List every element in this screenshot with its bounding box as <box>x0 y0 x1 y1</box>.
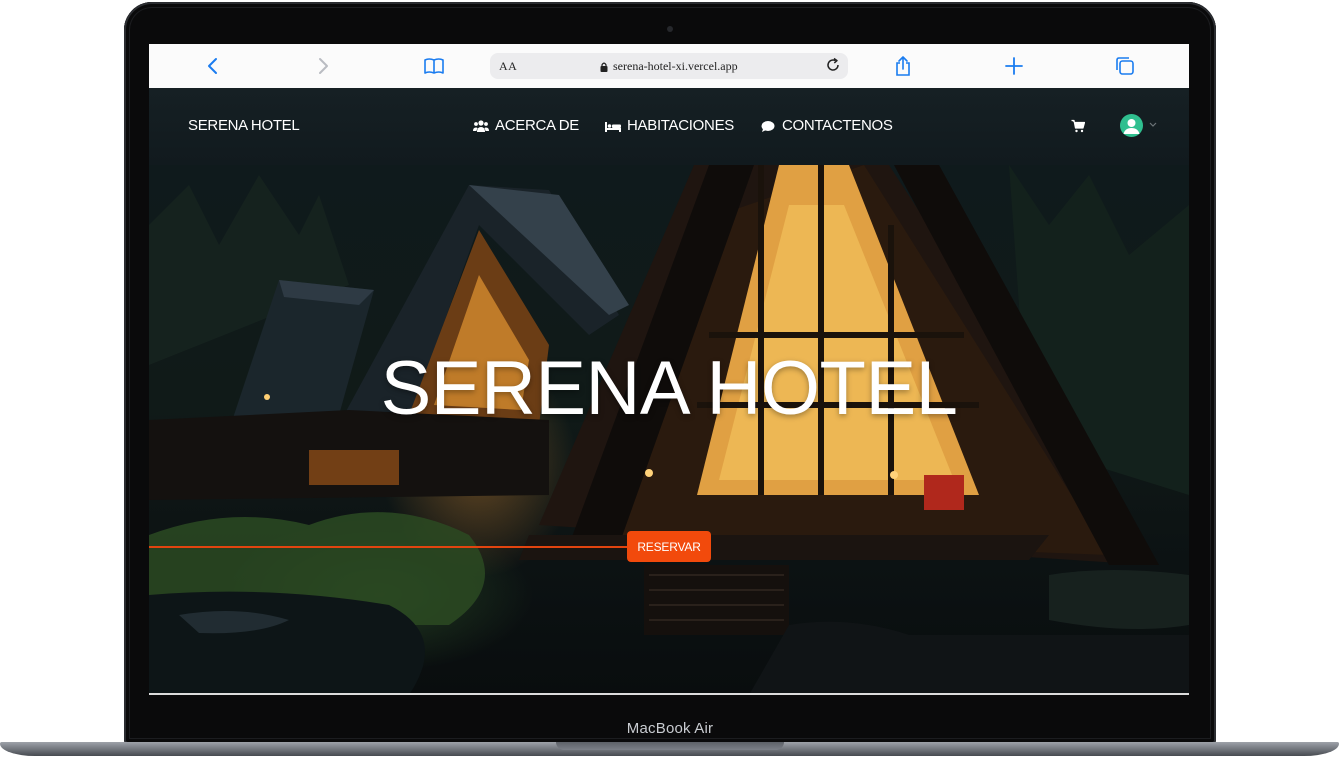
hero-title: SERENA HOTEL <box>380 346 958 431</box>
cart-icon[interactable] <box>1071 119 1085 133</box>
chat-icon <box>761 120 775 132</box>
lock-icon <box>600 62 608 72</box>
bed-icon <box>605 121 621 132</box>
forward-icon[interactable] <box>312 55 334 77</box>
bookmarks-icon[interactable] <box>423 55 445 77</box>
new-tab-icon[interactable] <box>1003 55 1025 77</box>
site-navbar: SERENA HOTEL ACERCA DE HABITACIONES CONT… <box>149 88 1189 165</box>
browser-toolbar: AA serena-hotel-xi.vercel.app <box>149 44 1189 89</box>
share-icon[interactable] <box>892 55 914 77</box>
text-size-button[interactable]: AA <box>499 59 517 74</box>
url-text: serena-hotel-xi.vercel.app <box>613 59 738 73</box>
laptop-notch <box>556 742 784 750</box>
camera-icon <box>667 26 673 32</box>
nav-item-contactenos[interactable]: CONTACTENOS <box>760 117 893 134</box>
hero-divider <box>149 546 629 548</box>
screen-bottom-edge <box>149 693 1189 695</box>
nav-item-habitaciones[interactable]: HABITACIONES <box>605 117 734 134</box>
tabs-icon[interactable] <box>1114 55 1136 77</box>
site-brand[interactable]: SERENA HOTEL <box>188 117 300 134</box>
chevron-down-icon[interactable] <box>1149 122 1157 128</box>
back-icon[interactable] <box>202 55 224 77</box>
device-label: MacBook Air <box>626 720 714 737</box>
device-mockup: AA serena-hotel-xi.vercel.app SERENA HOT… <box>0 0 1339 769</box>
reserve-button[interactable]: RESERVAR <box>627 531 711 562</box>
hero-section: SERENA HOTEL RESERVAR <box>149 165 1189 695</box>
nav-item-label: CONTACTENOS <box>781 117 893 134</box>
address-bar[interactable]: AA serena-hotel-xi.vercel.app <box>490 53 848 79</box>
user-avatar-icon[interactable] <box>1120 114 1143 137</box>
nav-item-label: HABITACIONES <box>627 117 734 134</box>
reload-icon[interactable] <box>824 56 842 74</box>
users-icon <box>473 119 489 132</box>
nav-menu: ACERCA DE HABITACIONES CONTACTENOS <box>473 117 919 134</box>
nav-item-label: ACERCA DE <box>495 117 579 134</box>
nav-item-acerca-de[interactable]: ACERCA DE <box>473 117 579 134</box>
screen: AA serena-hotel-xi.vercel.app SERENA HOT… <box>149 44 1189 695</box>
